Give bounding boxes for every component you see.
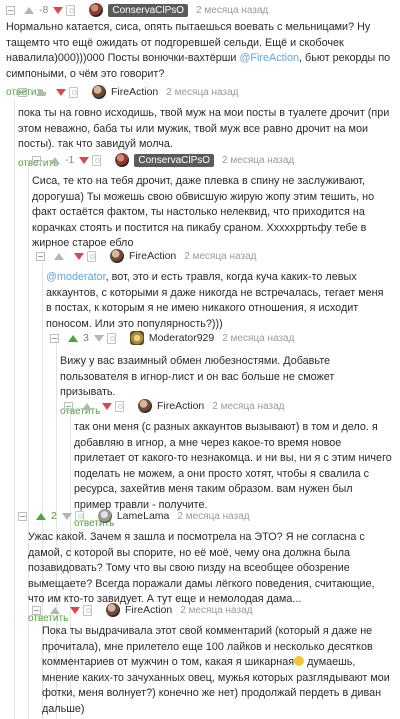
username[interactable]: FireAction: [157, 400, 204, 412]
bookmark-icon[interactable]: [92, 154, 102, 166]
upvote-icon[interactable]: [82, 402, 92, 410]
comment-7: FireAction 2 месяца назад Пока ты выдрач…: [32, 602, 392, 717]
upvote-icon[interactable]: [50, 156, 60, 164]
upvote-icon[interactable]: [36, 88, 46, 96]
avatar[interactable]: [115, 153, 130, 167]
comment-text: Ужас какой. Зачем я зашла и посмотрела н…: [28, 531, 375, 605]
timestamp[interactable]: 2 месяца назад: [222, 155, 294, 166]
bookmark-icon[interactable]: [74, 510, 84, 522]
comment-text: Вижу у вас взаимный обмен любезностями. …: [60, 355, 335, 398]
rating-box: [54, 250, 96, 262]
user-mention[interactable]: @moderator: [46, 271, 106, 283]
collapse-button[interactable]: [18, 87, 27, 97]
rating-value: -1: [65, 154, 75, 166]
rating-box: -8: [24, 4, 76, 16]
rating-box: [50, 604, 92, 616]
collapse-button[interactable]: [32, 605, 41, 615]
downvote-icon[interactable]: [74, 252, 84, 260]
thread-line: [14, 100, 15, 719]
timestamp[interactable]: 2 месяца назад: [180, 605, 252, 616]
downvote-icon[interactable]: [56, 88, 66, 96]
timestamp[interactable]: 2 месяца назад: [222, 333, 294, 344]
timestamp[interactable]: 2 месяца назад: [177, 511, 249, 522]
downvote-icon[interactable]: [79, 156, 90, 164]
avatar[interactable]: [110, 249, 124, 263]
username[interactable]: FireAction: [129, 250, 176, 262]
comment-text: Нормально катается, сиса, опять пытаешьс…: [6, 21, 391, 80]
rating-value: 2: [51, 510, 57, 522]
avatar[interactable]: [129, 331, 144, 345]
rating-box: 3: [68, 332, 116, 344]
avatar[interactable]: [97, 509, 112, 523]
rating-value: 3: [83, 332, 89, 344]
bookmark-icon[interactable]: [66, 4, 76, 16]
username[interactable]: Moderator929: [149, 332, 214, 344]
downvote-icon[interactable]: [53, 6, 64, 14]
comment-text: пока ты на говно исходишь, твой муж на м…: [18, 107, 390, 150]
bookmark-icon[interactable]: [106, 332, 116, 344]
collapse-button[interactable]: [36, 251, 45, 261]
collapse-button[interactable]: [50, 333, 59, 343]
avatar[interactable]: [92, 85, 106, 99]
collapse-button[interactable]: [18, 511, 27, 521]
comment-2: -1 ConservaClPsO 2 месяца назад Сиса, те…: [32, 152, 392, 252]
downvote-icon[interactable]: [70, 606, 80, 614]
rating-box: [36, 86, 78, 98]
rating-box: -1: [50, 154, 102, 166]
username[interactable]: ConservaClPsO: [134, 153, 215, 167]
timestamp[interactable]: 2 месяца назад: [184, 251, 256, 262]
downvote-icon[interactable]: [93, 334, 104, 342]
timestamp[interactable]: 2 месяца назад: [196, 5, 268, 16]
bookmark-icon[interactable]: [115, 400, 124, 412]
upvote-icon[interactable]: [50, 606, 60, 614]
collapse-button[interactable]: [64, 401, 73, 411]
username[interactable]: FireAction: [125, 604, 172, 616]
comment-text: Сиса, те кто на тебя дрочит, даже плевка…: [32, 175, 375, 249]
collapse-button[interactable]: [6, 5, 15, 15]
avatar[interactable]: [138, 399, 152, 413]
comment-3: FireAction 2 месяца назад @moderator, во…: [36, 248, 392, 332]
comment-text: Пока ты выдрачивала этот свой комментари…: [42, 625, 390, 715]
username[interactable]: LameLama: [117, 510, 170, 522]
upvote-icon[interactable]: [54, 252, 64, 260]
timestamp[interactable]: 2 месяца назад: [166, 87, 238, 98]
bookmark-icon[interactable]: [87, 250, 96, 262]
upvote-icon[interactable]: [36, 512, 46, 520]
username[interactable]: FireAction: [111, 86, 158, 98]
avatar[interactable]: [106, 603, 120, 617]
rating-value: -8: [39, 4, 49, 16]
timestamp[interactable]: 2 месяца назад: [212, 401, 284, 412]
comment-text: так они меня (с разных аккаунтов вызываю…: [74, 421, 392, 511]
collapse-button[interactable]: [32, 155, 41, 165]
rating-box: [82, 400, 124, 412]
rating-box: 2: [36, 510, 84, 522]
thread-line: [28, 162, 29, 719]
bookmark-icon[interactable]: [69, 86, 78, 98]
emoji-icon: [294, 656, 305, 666]
upvote-icon[interactable]: [68, 334, 78, 342]
comment-0-header: -8 ConservaClPsO 2 месяца назад: [6, 2, 396, 18]
downvote-icon[interactable]: [61, 512, 72, 520]
user-mention[interactable]: @FireAction: [239, 52, 299, 64]
downvote-icon[interactable]: [102, 402, 112, 410]
comment-text: @moderator, вот, это и есть травля, когд…: [46, 271, 384, 330]
username[interactable]: ConservaClPsO: [108, 3, 189, 17]
bookmark-icon[interactable]: [83, 604, 92, 616]
avatar[interactable]: [89, 3, 104, 17]
upvote-icon[interactable]: [24, 6, 34, 14]
